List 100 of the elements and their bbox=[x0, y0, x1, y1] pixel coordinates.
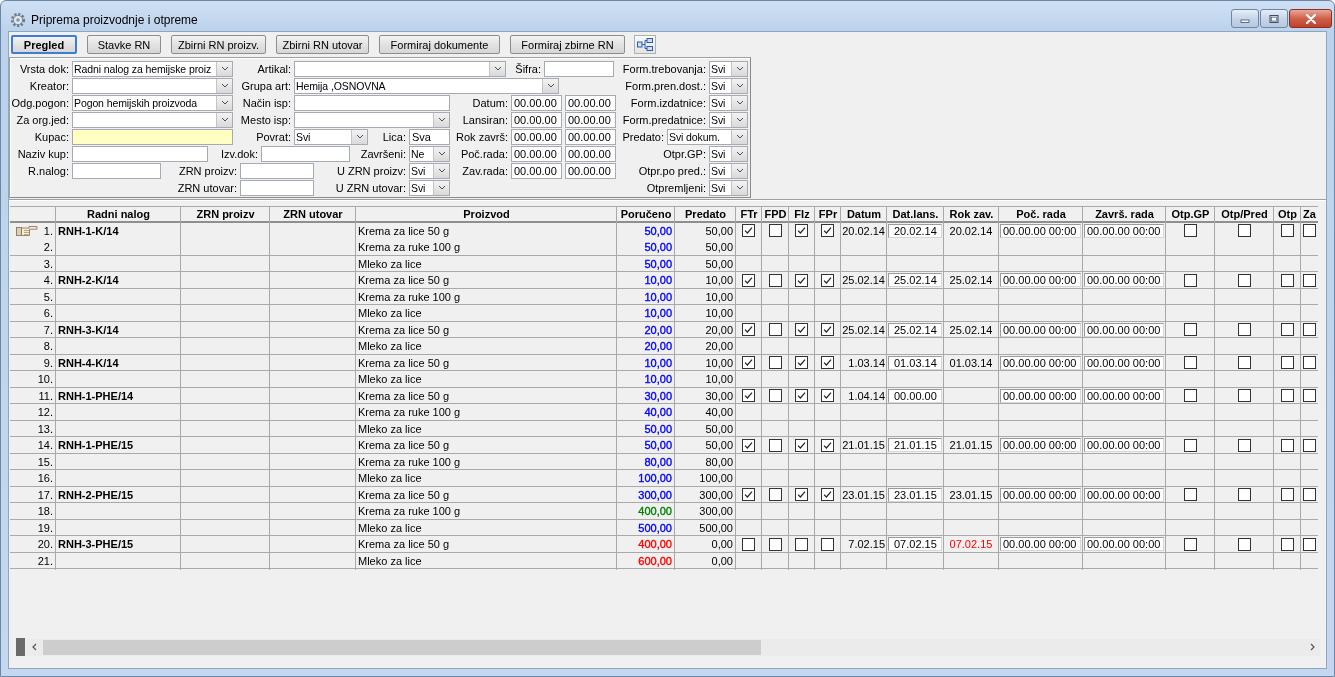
combo-box[interactable]: Svi bbox=[709, 145, 748, 162]
date-field[interactable]: 00.00.00 00:00 bbox=[1000, 438, 1081, 453]
checkbox[interactable] bbox=[1280, 537, 1294, 551]
dropdown-button[interactable] bbox=[731, 61, 747, 76]
checkbox[interactable] bbox=[1183, 389, 1197, 403]
checkbox[interactable] bbox=[768, 438, 782, 452]
dropdown-button[interactable] bbox=[731, 163, 747, 178]
dropdown-button[interactable] bbox=[731, 78, 747, 93]
horizontal-scrollbar[interactable] bbox=[26, 638, 1320, 656]
date-field[interactable]: 00.00.00 00:00 bbox=[1084, 355, 1164, 370]
combo-box[interactable]: Svi bbox=[709, 111, 748, 128]
date-field[interactable]: 00.00.00 00:00 bbox=[1084, 487, 1164, 502]
text-field[interactable] bbox=[294, 94, 450, 111]
checkbox[interactable] bbox=[742, 389, 755, 403]
date-field[interactable]: 20.02.14 bbox=[888, 223, 942, 238]
combo-box[interactable]: Hemija ,OSNOVNA bbox=[294, 77, 559, 94]
checkbox[interactable] bbox=[821, 323, 834, 337]
text-field[interactable] bbox=[544, 60, 614, 77]
checkbox[interactable] bbox=[795, 356, 808, 370]
row-header[interactable]: 11. bbox=[10, 388, 56, 405]
date-field[interactable]: 01.03.14 bbox=[888, 355, 942, 370]
checkbox[interactable] bbox=[768, 537, 782, 551]
row-header[interactable]: 15. bbox=[10, 454, 56, 471]
date-field[interactable]: 00.00.00 bbox=[511, 128, 562, 145]
checkbox[interactable] bbox=[1303, 273, 1316, 287]
checkbox[interactable] bbox=[1280, 488, 1294, 502]
dropdown-button[interactable] bbox=[433, 112, 449, 127]
dropdown-button[interactable] bbox=[731, 112, 747, 127]
checkbox[interactable] bbox=[821, 537, 834, 551]
checkbox[interactable] bbox=[1303, 224, 1316, 238]
combo-box[interactable]: Svi bbox=[294, 128, 368, 145]
scrollbar-thumb[interactable] bbox=[43, 639, 761, 655]
text-field[interactable] bbox=[72, 145, 208, 162]
checkbox[interactable] bbox=[1237, 438, 1251, 452]
date-field[interactable]: 00.00.00 bbox=[565, 162, 616, 179]
row-header[interactable]: 10. bbox=[10, 371, 56, 388]
date-field[interactable]: 00.00.00 00:00 bbox=[1084, 223, 1164, 238]
row-header[interactable]: 21. bbox=[10, 553, 56, 570]
checkbox[interactable] bbox=[768, 273, 782, 287]
dropdown-button[interactable] bbox=[351, 129, 367, 144]
checkbox[interactable] bbox=[1183, 356, 1197, 370]
dropdown-button[interactable] bbox=[731, 129, 747, 144]
checkbox[interactable] bbox=[768, 389, 782, 403]
checkbox[interactable] bbox=[795, 438, 808, 452]
checkbox[interactable] bbox=[1183, 224, 1197, 238]
checkbox[interactable] bbox=[821, 389, 834, 403]
date-field[interactable]: 00.00.00 00:00 bbox=[1000, 223, 1081, 238]
checkbox[interactable] bbox=[768, 224, 782, 238]
checkbox[interactable] bbox=[1237, 224, 1251, 238]
row-header[interactable]: 19. bbox=[10, 520, 56, 537]
row-header[interactable]: 17. bbox=[10, 487, 56, 504]
toolbar-button[interactable]: Pregled bbox=[11, 35, 77, 54]
date-field[interactable]: 21.01.15 bbox=[888, 438, 942, 453]
checkbox[interactable] bbox=[1303, 488, 1316, 502]
checkbox[interactable] bbox=[1237, 389, 1251, 403]
combo-box[interactable]: Svi bbox=[409, 179, 450, 196]
checkbox[interactable] bbox=[795, 273, 808, 287]
text-field[interactable] bbox=[72, 128, 233, 145]
date-field[interactable]: 25.02.14 bbox=[888, 273, 942, 288]
dropdown-button[interactable] bbox=[731, 95, 747, 110]
dropdown-button[interactable] bbox=[216, 61, 232, 76]
date-field[interactable]: 00.00.00 bbox=[511, 111, 562, 128]
checkbox[interactable] bbox=[1303, 323, 1316, 337]
checkbox[interactable] bbox=[768, 323, 782, 337]
toolbar-button[interactable]: Formiraj dokumente bbox=[379, 35, 500, 54]
row-header[interactable]: 1. bbox=[10, 223, 56, 240]
checkbox[interactable] bbox=[821, 488, 834, 502]
checkbox[interactable] bbox=[1237, 537, 1251, 551]
toolbar-button[interactable]: Formiraj zbirne RN bbox=[510, 35, 625, 54]
date-field[interactable]: 00.00.00 00:00 bbox=[1084, 438, 1164, 453]
checkbox[interactable] bbox=[742, 323, 755, 337]
row-header[interactable]: 9. bbox=[10, 355, 56, 372]
row-header[interactable]: 13. bbox=[10, 421, 56, 438]
row-header[interactable]: 16. bbox=[10, 470, 56, 487]
dropdown-button[interactable] bbox=[542, 78, 558, 93]
checkbox[interactable] bbox=[1303, 438, 1316, 452]
date-field[interactable]: 00.00.00 00:00 bbox=[1000, 487, 1081, 502]
combo-box[interactable]: Svi bbox=[709, 179, 748, 196]
checkbox[interactable] bbox=[1237, 273, 1251, 287]
combo-box[interactable]: Ne bbox=[409, 145, 450, 162]
date-field[interactable]: 00.00.00 00:00 bbox=[1000, 273, 1081, 288]
row-header[interactable]: 3. bbox=[10, 256, 56, 273]
date-field[interactable]: 00.00.00 bbox=[888, 388, 942, 403]
checkbox[interactable] bbox=[1280, 224, 1294, 238]
text-field[interactable] bbox=[240, 179, 314, 196]
hierarchy-button[interactable] bbox=[634, 35, 656, 54]
checkbox[interactable] bbox=[795, 488, 808, 502]
combo-box[interactable]: Svi dokum. bbox=[667, 128, 748, 145]
checkbox[interactable] bbox=[795, 224, 808, 238]
row-header[interactable]: 14. bbox=[10, 437, 56, 454]
dropdown-button[interactable] bbox=[731, 146, 747, 161]
date-field[interactable]: 00.00.00 00:00 bbox=[1084, 322, 1164, 337]
date-field[interactable]: 00.00.00 00:00 bbox=[1000, 388, 1081, 403]
checkbox[interactable] bbox=[795, 537, 808, 551]
date-field[interactable]: 00.00.00 00:00 bbox=[1084, 388, 1164, 403]
date-field[interactable]: 00.00.00 bbox=[511, 94, 562, 111]
dropdown-button[interactable] bbox=[433, 180, 449, 195]
row-header[interactable]: 12. bbox=[10, 404, 56, 421]
checkbox[interactable] bbox=[795, 323, 808, 337]
checkbox[interactable] bbox=[1303, 537, 1316, 551]
